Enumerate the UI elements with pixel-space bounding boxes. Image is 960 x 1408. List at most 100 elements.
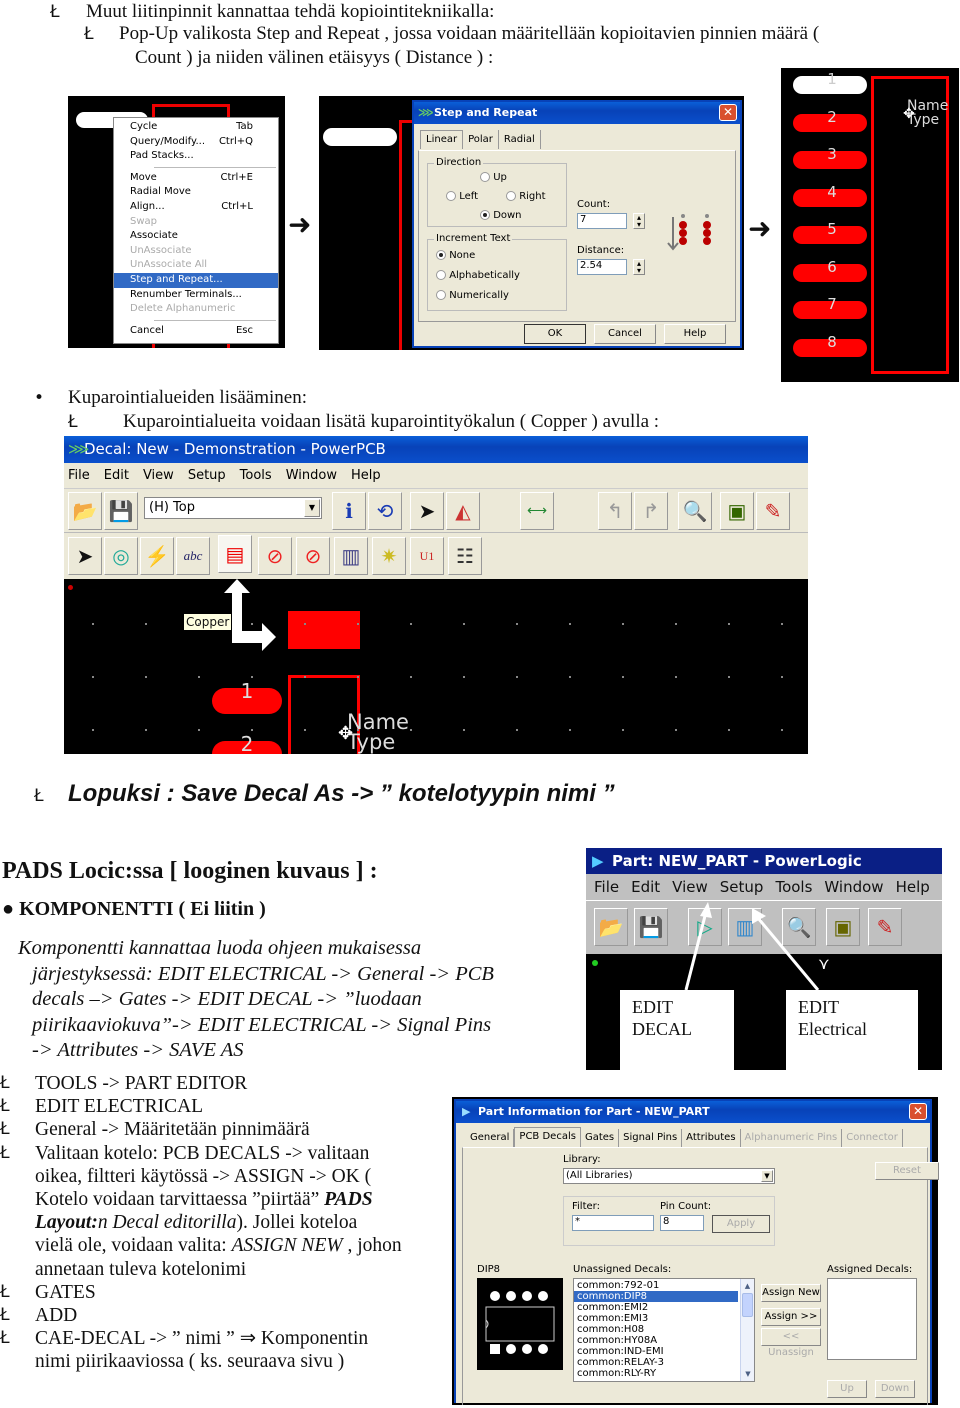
radio-none[interactable]: None (436, 250, 475, 261)
tab-alphanumeric-pins[interactable]: Alphanumeric Pins (741, 1129, 843, 1147)
library-select[interactable]: (All Libraries) ▼ (563, 1168, 775, 1184)
menu-item[interactable]: Associate (114, 229, 278, 244)
2d-line-icon[interactable]: ⚡ (140, 537, 174, 575)
pcb-canvas[interactable]: Copper 1 2 Name Type ✥ (64, 579, 808, 754)
ok-button[interactable]: OK (524, 324, 586, 344)
menu-help[interactable]: Help (351, 463, 381, 488)
scrollbar[interactable]: ▲ ▼ (740, 1279, 754, 1381)
dimension-icon[interactable]: ⟷ (520, 492, 554, 530)
radio-left[interactable]: Left (446, 191, 478, 202)
close-button[interactable]: ✕ (719, 104, 737, 121)
menu-item[interactable]: UnAssociate (114, 244, 278, 259)
undo-icon[interactable]: ↰ (598, 492, 632, 530)
tab-polar[interactable]: Polar (463, 130, 499, 149)
menu-view[interactable]: View (143, 463, 174, 488)
tab-linear[interactable]: Linear (420, 130, 464, 149)
copper-cutout-icon[interactable]: ⊘ (258, 537, 292, 575)
menu-item[interactable]: Pad Stacks... (114, 149, 278, 164)
menu-item[interactable]: Cycle Tab (114, 120, 278, 135)
attributes-icon[interactable]: ☷ (448, 537, 482, 575)
menu-edit[interactable]: Edit (104, 463, 129, 488)
unassign-button[interactable]: << Unassign (761, 1328, 821, 1358)
reset-button[interactable]: Reset (875, 1162, 939, 1180)
tab-gates[interactable]: Gates (581, 1129, 620, 1147)
down-button[interactable]: Down (875, 1380, 915, 1398)
bus-icon[interactable]: ▥ (334, 537, 368, 575)
drafting-icon[interactable]: ◭ (446, 492, 480, 530)
refresh-icon[interactable]: ⟲ (368, 492, 402, 530)
tab-connector[interactable]: Connector (842, 1129, 903, 1147)
list-item[interactable]: common:792-01 (574, 1280, 738, 1291)
tab-general[interactable]: General (466, 1129, 515, 1147)
radio-down[interactable]: Down (480, 210, 522, 221)
help-button[interactable]: Help (664, 324, 726, 344)
menu-item[interactable]: Query/Modify... Ctrl+Q (114, 135, 278, 150)
layer-select[interactable]: (H) Top ▼ (144, 497, 322, 519)
redo-icon[interactable]: ↱ (634, 492, 668, 530)
list-item[interactable]: common:IND-EMI (574, 1346, 738, 1357)
list-item[interactable]: common:RLY-RY (574, 1368, 738, 1379)
tab-pcb-decals[interactable]: PCB Decals (514, 1127, 581, 1147)
list-item[interactable]: common:DIP8 (574, 1291, 738, 1302)
count-input[interactable]: 7 (577, 213, 627, 229)
menu-window[interactable]: Window (286, 463, 337, 488)
menu-item[interactable]: Radial Move (114, 185, 278, 200)
cancel-button[interactable]: Cancel (594, 324, 656, 344)
chevron-down-icon[interactable]: ▼ (304, 499, 320, 517)
board-icon[interactable]: ▣ (720, 492, 754, 530)
keepout-icon[interactable]: ⊘ (296, 537, 330, 575)
close-button[interactable]: ✕ (909, 1103, 927, 1120)
up-button[interactable]: Up (827, 1380, 867, 1398)
tab-attributes[interactable]: Attributes (682, 1129, 741, 1147)
save-icon[interactable]: 💾 (104, 492, 138, 530)
menu-item[interactable]: Step and Repeat... (114, 272, 278, 288)
menu-setup[interactable]: Setup (188, 463, 226, 488)
list-item[interactable]: common:RELAY-3 (574, 1357, 738, 1368)
menu-item[interactable]: Swap (114, 215, 278, 230)
menu-item[interactable]: Move Ctrl+E (114, 171, 278, 186)
copper-icon[interactable]: ▤ (218, 535, 252, 573)
select-icon[interactable]: ➤ (410, 492, 444, 530)
apply-button[interactable]: Apply (712, 1215, 770, 1233)
assign-button[interactable]: Assign >> (761, 1308, 821, 1326)
powerlogic-canvas[interactable]: ⋎ EDIT DECAL EDIT Electrical (586, 902, 942, 1070)
terminal-icon[interactable]: ◎ (104, 537, 138, 575)
menu-file[interactable]: File (68, 463, 90, 488)
chevron-down-icon[interactable]: ▼ (761, 1170, 773, 1182)
list-item[interactable]: common:EMI3 (574, 1313, 738, 1324)
scroll-up-icon[interactable]: ▲ (741, 1279, 754, 1293)
wizard-icon[interactable]: ✷ (372, 537, 406, 575)
list-item[interactable]: common:EMI2 (574, 1302, 738, 1313)
menu-item[interactable]: UnAssociate All (114, 258, 278, 273)
assigned-list[interactable] (827, 1278, 917, 1360)
assign-new-button[interactable]: Assign New (761, 1284, 821, 1302)
zoom-icon[interactable]: 🔍 (678, 492, 712, 530)
menu-item[interactable]: Cancel Esc (114, 324, 278, 339)
copper-area[interactable] (288, 611, 360, 649)
distance-input[interactable]: 2.54 (577, 259, 627, 275)
distance-spinner[interactable]: ▴ ▾ (633, 259, 645, 275)
text-icon[interactable]: abc (176, 537, 210, 575)
tab-signal-pins[interactable]: Signal Pins (619, 1129, 683, 1147)
menu-item[interactable]: Align... Ctrl+L (114, 200, 278, 215)
radio-up[interactable]: Up (480, 172, 507, 183)
open-icon[interactable]: 📂 (68, 492, 102, 530)
radio-right[interactable]: Right (506, 191, 546, 202)
filter-input[interactable]: * (572, 1215, 654, 1231)
menu-tools[interactable]: Tools (240, 463, 272, 488)
list-item[interactable]: common:H08 (574, 1324, 738, 1335)
paint-icon[interactable]: ✎ (756, 492, 790, 530)
scroll-thumb[interactable] (742, 1293, 753, 1317)
radio-alphabetically[interactable]: Alphabetically (436, 270, 520, 281)
scroll-down-icon[interactable]: ▼ (741, 1367, 754, 1381)
menu-item[interactable]: Delete Alphanumeric (114, 302, 278, 317)
count-spinner[interactable]: ▴ ▾ (633, 213, 645, 229)
info-icon[interactable]: ℹ (332, 492, 366, 530)
decal-icon[interactable]: U1 (410, 537, 444, 575)
menu-item[interactable]: Renumber Terminals... (114, 288, 278, 303)
select-arrow-icon[interactable]: ➤ (68, 537, 102, 575)
tab-radial[interactable]: Radial (499, 130, 541, 149)
unassigned-list[interactable]: common:792-01 common:DIP8 common:EMI2 commo… (573, 1278, 755, 1382)
pin-count-input[interactable]: 8 (660, 1215, 704, 1231)
radio-numerically[interactable]: Numerically (436, 290, 509, 301)
